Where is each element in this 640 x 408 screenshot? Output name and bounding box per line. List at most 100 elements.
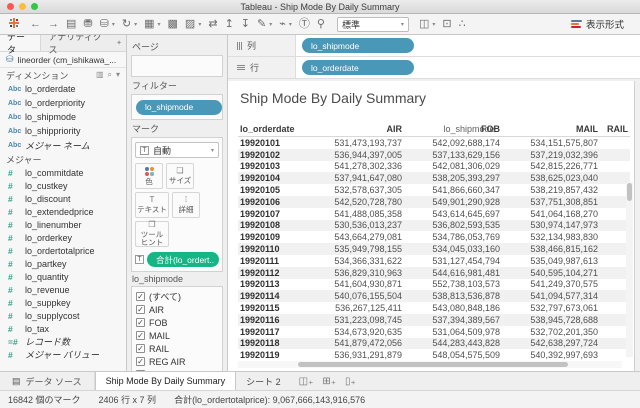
tableau-logo-icon[interactable] bbox=[8, 17, 20, 31]
sort-ascending-icon[interactable]: ↥ bbox=[225, 19, 234, 30]
new-story-tab-icon[interactable]: ▯₊ bbox=[345, 376, 356, 387]
pin-icon[interactable]: ⚲ bbox=[317, 19, 325, 30]
filter-pill[interactable]: lo_shipmode bbox=[136, 100, 222, 115]
run-auto-updates-icon[interactable]: ↻ bbox=[122, 19, 131, 30]
field-lo_orderpriority[interactable]: Abclo_orderpriority bbox=[0, 96, 126, 110]
table-row[interactable]: 19920108530,536,013,237536,802,593,53553… bbox=[238, 220, 630, 232]
table-row[interactable]: 19920115536,267,125,411543,080,848,18653… bbox=[238, 302, 630, 314]
checkbox-checked-icon[interactable]: ✓ bbox=[136, 305, 145, 314]
table-row[interactable]: 19920107541,488,085,358543,614,645,69754… bbox=[238, 208, 630, 220]
datasource-row[interactable]: ⛁ lineorder (cm_ishikawa_... bbox=[0, 52, 126, 68]
highlight-icon[interactable]: ✎ bbox=[257, 19, 266, 30]
new-worksheet-tab-icon[interactable]: ◫₊ bbox=[299, 376, 314, 387]
table-row[interactable]: 19920102536,944,397,005537,133,629,15653… bbox=[238, 149, 630, 161]
new-worksheet-icon[interactable]: ▦ bbox=[144, 19, 154, 30]
field-lo_suppkey[interactable]: #lo_suppkey bbox=[0, 296, 126, 309]
size-button[interactable]: ❏サイズ bbox=[166, 163, 194, 189]
highlight-icon-dropdown[interactable]: ▾ bbox=[269, 21, 272, 28]
table-row[interactable]: 19920118541,879,472,056544,283,443,82854… bbox=[238, 338, 630, 350]
share-icon[interactable]: ∴ bbox=[459, 19, 466, 30]
table-row[interactable]: 19920116531,223,098,745537,394,389,56753… bbox=[238, 314, 630, 326]
duplicate-sheet-icon[interactable]: ▩ bbox=[168, 19, 178, 30]
field-lo_quantity[interactable]: #lo_quantity bbox=[0, 270, 126, 283]
filters-shelf[interactable]: lo_shipmode bbox=[131, 94, 223, 120]
rows-pill[interactable]: lo_orderdate bbox=[302, 60, 414, 75]
field-lo_shippriority[interactable]: Abclo_shippriority bbox=[0, 124, 126, 138]
add-datasource-icon[interactable]: ⛃ bbox=[83, 19, 92, 30]
field-lo_discount[interactable]: #lo_discount bbox=[0, 192, 126, 205]
field-lo_custkey[interactable]: #lo_custkey bbox=[0, 179, 126, 192]
field-メジャー バリュー[interactable]: #メジャー バリュー bbox=[0, 348, 126, 361]
field-lo_orderkey[interactable]: #lo_orderkey bbox=[0, 231, 126, 244]
field-lo_orderdate[interactable]: Abclo_orderdate bbox=[0, 82, 126, 96]
show-hide-cards-icon-dropdown[interactable]: ▾ bbox=[432, 21, 435, 28]
sheet-tab-1[interactable]: Ship Mode By Daily Summary bbox=[95, 372, 237, 390]
sort-descending-icon[interactable]: ↧ bbox=[241, 19, 250, 30]
column-dimension-header[interactable]: lo_shipmode bbox=[308, 124, 630, 136]
filter-option-(すべて)[interactable]: ✓(すべて) bbox=[136, 290, 218, 303]
text-button[interactable]: Tテキスト bbox=[135, 192, 169, 218]
horizontal-scrollbar[interactable] bbox=[238, 361, 622, 368]
table-row[interactable]: 19920119536,931,291,879548,054,575,50954… bbox=[238, 349, 630, 361]
view-as-columns-icon[interactable]: ▥ bbox=[96, 70, 104, 80]
filter-option-FOB[interactable]: ✓FOB bbox=[136, 316, 218, 329]
pause-auto-updates-icon[interactable]: ⛁ bbox=[100, 19, 109, 30]
field-レコード数[interactable]: =#レコード数 bbox=[0, 335, 126, 348]
columns-shelf[interactable]: 列 lo_shipmode bbox=[228, 35, 640, 57]
new-dashboard-tab-icon[interactable]: ⊞₊ bbox=[322, 376, 336, 387]
undo-icon[interactable]: ← bbox=[30, 19, 41, 30]
filter-option-MAIL[interactable]: ✓MAIL bbox=[136, 329, 218, 342]
presentation-mode-icon[interactable]: ⊡ bbox=[442, 19, 451, 30]
save-icon[interactable]: ▤ bbox=[66, 19, 76, 30]
clear-sheet-icon[interactable]: ▨ bbox=[185, 19, 195, 30]
table-row[interactable]: 19920112536,829,310,963544,616,981,48154… bbox=[238, 267, 630, 279]
detail-button[interactable]: ⁞詳細 bbox=[172, 192, 200, 218]
field-lo_commitdate[interactable]: #lo_commitdate bbox=[0, 166, 126, 179]
column-header-lo_orderdate[interactable]: lo_orderdate bbox=[238, 124, 308, 136]
field-lo_extendedprice[interactable]: #lo_extendedprice bbox=[0, 205, 126, 218]
paperclip-icon[interactable]: ⌁ bbox=[279, 19, 286, 30]
filter-option-REG AIR[interactable]: ✓REG AIR bbox=[136, 355, 218, 368]
table-row[interactable]: 19920113541,604,930,871552,738,103,57354… bbox=[238, 279, 630, 291]
measure-pill[interactable]: 合計(lo_ordert.. bbox=[147, 252, 219, 267]
vertical-scrollbar[interactable] bbox=[626, 182, 633, 357]
field-lo_revenue[interactable]: #lo_revenue bbox=[0, 283, 126, 296]
field-lo_tax[interactable]: #lo_tax bbox=[0, 322, 126, 335]
field-lo_partkey[interactable]: #lo_partkey bbox=[0, 257, 126, 270]
filter-option-RAIL[interactable]: ✓RAIL bbox=[136, 342, 218, 355]
table-row[interactable]: 19920110535,949,798,155534,045,033,16053… bbox=[238, 243, 630, 255]
field-lo_supplycost[interactable]: #lo_supplycost bbox=[0, 309, 126, 322]
tooltip-button[interactable]: ❐ツールヒント bbox=[135, 221, 169, 247]
horizontal-scrollbar-thumb[interactable] bbox=[298, 362, 568, 367]
datasource-tab[interactable]: ▤ データ ソース bbox=[0, 372, 95, 390]
field-メジャー ネーム[interactable]: Abcメジャー ネーム bbox=[0, 138, 126, 152]
redo-icon[interactable]: → bbox=[48, 19, 59, 30]
mark-type-dropdown[interactable]: T 自動 ▾ bbox=[135, 142, 219, 158]
rows-shelf[interactable]: 行 lo_orderdate bbox=[228, 57, 640, 79]
clear-sheet-icon-dropdown[interactable]: ▾ bbox=[198, 21, 201, 28]
color-button[interactable]: 色 bbox=[135, 163, 163, 189]
table-row[interactable]: 19920109543,664,279,081534,786,053,76953… bbox=[238, 231, 630, 243]
checkbox-checked-icon[interactable]: ✓ bbox=[136, 344, 145, 353]
tab-analytics[interactable]: アナリティクス bbox=[41, 35, 116, 51]
pages-shelf[interactable] bbox=[131, 55, 223, 77]
table-row[interactable]: 19920114540,076,155,504538,813,536,87854… bbox=[238, 290, 630, 302]
find-field-icon[interactable]: ⌕ bbox=[108, 70, 112, 80]
sheet-tab-2[interactable]: シート 2 bbox=[236, 372, 291, 390]
tab-data[interactable]: データ bbox=[0, 35, 41, 51]
field-lo_ordertotalprice[interactable]: #lo_ordertotalprice bbox=[0, 244, 126, 257]
swap-axes-icon[interactable]: ⇄ bbox=[208, 19, 217, 30]
pause-auto-updates-icon-dropdown[interactable]: ▾ bbox=[112, 21, 115, 28]
label-icon[interactable]: Ⓣ bbox=[299, 19, 310, 30]
new-worksheet-icon-dropdown[interactable]: ▾ bbox=[158, 21, 161, 28]
pane-menu-icon[interactable]: ▾ bbox=[116, 70, 120, 80]
table-row[interactable]: 19920105532,578,637,305541,866,660,34753… bbox=[238, 184, 630, 196]
table-row[interactable]: 19920101531,473,193,737542,092,688,17453… bbox=[238, 137, 630, 149]
paperclip-icon-dropdown[interactable]: ▾ bbox=[289, 21, 292, 28]
table-row[interactable]: 19920106542,520,728,780549,901,290,92853… bbox=[238, 196, 630, 208]
show-hide-cards-icon[interactable]: ◫ bbox=[419, 19, 429, 30]
checkbox-checked-icon[interactable]: ✓ bbox=[136, 292, 145, 301]
field-lo_linenumber[interactable]: #lo_linenumber bbox=[0, 218, 126, 231]
field-lo_shipmode[interactable]: Abclo_shipmode bbox=[0, 110, 126, 124]
table-row[interactable]: 19920111534,366,331,622531,127,454,79453… bbox=[238, 255, 630, 267]
